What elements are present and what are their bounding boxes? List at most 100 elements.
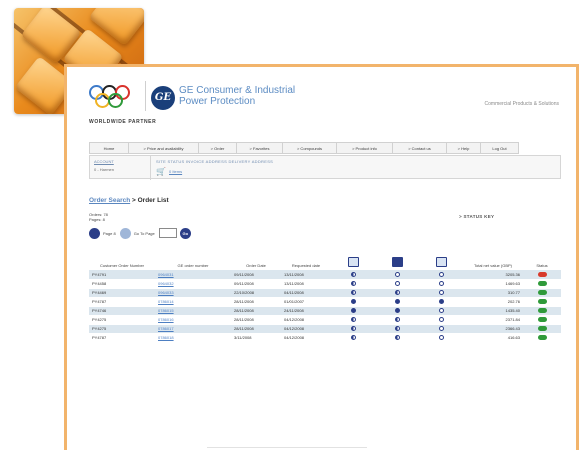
cell-progress-2 <box>375 279 419 289</box>
screenshot-frame: WORLDWIDE PARTNER GE GE Consumer & Indus… <box>64 64 579 450</box>
header-ge-order: GE order number <box>177 263 209 268</box>
cell-ge-order-link[interactable]: 0964031 <box>155 270 231 280</box>
nav-price-availability[interactable]: > Price and availability <box>129 142 199 154</box>
empty-circle-icon <box>438 335 444 341</box>
cell-requested-date: 04/12/2008 <box>281 333 331 343</box>
breadcrumb-current: Order List <box>137 197 169 204</box>
goto-page-input[interactable] <box>158 228 177 238</box>
empty-circle-icon <box>438 317 444 323</box>
empty-circle-icon <box>438 308 444 314</box>
half-circle-icon <box>350 317 356 323</box>
half-circle-icon <box>350 335 356 341</box>
cell-status <box>523 315 561 325</box>
full-circle-icon <box>350 308 356 314</box>
account-divider <box>150 156 151 180</box>
account-link[interactable]: ACCOUNT <box>94 159 114 164</box>
cell-progress-3 <box>419 288 463 298</box>
cell-requested-date: 13/11/2008 <box>281 270 331 280</box>
table-row: PY4746 0786015 28/11/2008 24/11/2008 1435.40 <box>89 306 561 316</box>
cell-order-date: 09/11/2008 <box>231 270 281 280</box>
nav-contact-us[interactable]: > Contact us <box>393 142 447 154</box>
cell-ge-order-link[interactable]: 0786016 <box>155 315 231 325</box>
nav-compounds[interactable]: > Compounds <box>283 142 337 154</box>
cell-requested-date: 04/12/2008 <box>281 315 331 325</box>
olympic-rings-logo <box>89 85 147 119</box>
cell-ge-order-link[interactable]: 0786015 <box>155 306 231 316</box>
status-red-icon <box>537 271 547 277</box>
cell-order-date: 28/11/2008 <box>231 315 281 325</box>
cell-requested-date: 04/11/2008 <box>281 288 331 298</box>
breadcrumb-order-search[interactable]: Order Search <box>89 197 130 204</box>
cell-status <box>523 288 561 298</box>
cell-total-value: 2371.84 <box>463 315 523 325</box>
cell-order-date: 28/11/2008 <box>231 306 281 316</box>
cell-progress-2 <box>375 297 419 307</box>
cell-customer-order: PY4275 <box>89 324 155 334</box>
orders-summary: Orders: 78 Pages: 8 <box>89 212 108 222</box>
cell-ge-order-link[interactable]: 0786018 <box>155 333 231 343</box>
worldwide-partner-label: WORLDWIDE PARTNER <box>89 119 157 125</box>
cart-items-link[interactable]: 0 Items <box>169 169 182 174</box>
go-button[interactable]: Go <box>179 227 191 239</box>
cell-progress-2 <box>375 333 419 343</box>
empty-circle-icon <box>438 271 444 277</box>
table-row: PY4791 0964031 09/11/2008 13/11/2008 3205.36 <box>89 270 561 280</box>
empty-circle-icon <box>438 281 444 287</box>
site-status-links[interactable]: SITE STATUS INVOICE ADDRESS DELIVERY ADD… <box>156 159 273 164</box>
header-delivery-status <box>375 252 419 270</box>
table-row: PY4458 0964032 09/11/2008 13/11/2008 1469.63 <box>89 279 561 289</box>
cell-progress-3 <box>419 324 463 334</box>
ge-logo: GE <box>151 86 175 110</box>
full-circle-icon <box>394 299 400 305</box>
nav-help[interactable]: > Help <box>447 142 481 154</box>
cell-progress-1 <box>331 315 375 325</box>
breadcrumb-separator: > <box>132 197 136 204</box>
half-circle-icon <box>350 326 356 332</box>
cell-customer-order: PY4275 <box>89 315 155 325</box>
half-circle-icon <box>394 326 400 332</box>
cell-progress-1 <box>331 306 375 316</box>
cell-order-date: 22/10/2008 <box>231 288 281 298</box>
cell-status <box>523 306 561 316</box>
header-customer-order: Customer Order Number <box>99 263 144 268</box>
cell-progress-2 <box>375 315 419 325</box>
nav-home[interactable]: Home <box>89 142 129 154</box>
header-status: Status <box>536 263 548 268</box>
cell-status <box>523 324 561 334</box>
cell-progress-2 <box>375 324 419 334</box>
status-key-link[interactable]: > STATUS KEY <box>459 214 494 219</box>
cell-progress-1 <box>331 279 375 289</box>
cell-order-date: 09/11/2008 <box>231 279 281 289</box>
cell-status <box>523 297 561 307</box>
status-green-icon <box>537 308 547 314</box>
page-radio-selected[interactable] <box>89 227 100 239</box>
full-circle-icon <box>438 299 444 305</box>
cell-requested-date: 04/12/2008 <box>281 324 331 334</box>
cell-status <box>523 279 561 289</box>
cell-order-date: 3/11/2008 <box>231 333 281 343</box>
nav-log-out[interactable]: Log Out <box>481 142 519 154</box>
cell-progress-2 <box>375 288 419 298</box>
cell-ge-order-link[interactable]: 0964033 <box>155 288 231 298</box>
half-circle-icon <box>350 290 356 296</box>
cell-customer-order: PY4787 <box>89 297 155 307</box>
cell-order-date: 28/11/2008 <box>231 324 281 334</box>
cart-icon[interactable]: 🛒 <box>156 168 166 176</box>
company-line-2: Power Protection <box>179 96 256 107</box>
cell-ge-order-link[interactable]: 0786017 <box>155 324 231 334</box>
cell-ge-order-link[interactable]: 0786014 <box>155 297 231 307</box>
cell-progress-3 <box>419 333 463 343</box>
nav-product-info[interactable]: > Product info <box>337 142 393 154</box>
cell-ge-order-link[interactable]: 0964032 <box>155 279 231 289</box>
cell-requested-date: 01/01/2007 <box>281 297 331 307</box>
cell-total-value: 3205.36 <box>463 270 523 280</box>
cell-progress-1 <box>331 333 375 343</box>
status-green-icon <box>537 335 547 341</box>
nav-favorites[interactable]: > Favorites <box>237 142 283 154</box>
footer-divider <box>207 447 367 448</box>
status-green-icon <box>537 290 547 296</box>
table-row: PY4469 0964033 22/10/2008 04/11/2008 310.77 <box>89 288 561 298</box>
account-bar: ACCOUNT 0 - Harmen SITE STATUS INVOICE A… <box>89 155 561 180</box>
goto-radio[interactable] <box>119 227 131 239</box>
nav-order[interactable]: > Order <box>199 142 237 154</box>
